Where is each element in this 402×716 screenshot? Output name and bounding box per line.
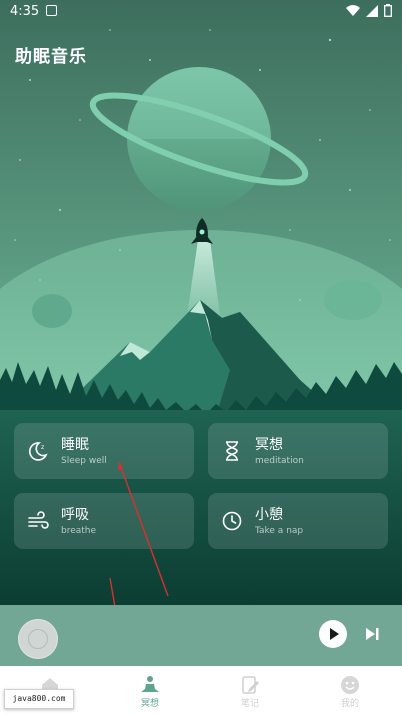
tab-notes[interactable]: 笔记	[200, 666, 300, 716]
tab-profile[interactable]: 我的	[300, 666, 400, 716]
play-button[interactable]	[319, 620, 347, 648]
watermark-label: java800.com	[4, 689, 74, 709]
meditation-person-icon	[141, 676, 159, 692]
tab-label: 我的	[340, 699, 359, 709]
disc-center	[28, 629, 48, 649]
face-icon	[341, 676, 359, 694]
tab-label: 笔记	[240, 699, 259, 709]
note-edit-icon	[242, 676, 259, 694]
play-icon	[330, 628, 339, 640]
skip-next-icon	[366, 628, 379, 640]
app-screen: 4:35 助眠音乐 z 睡眠 Sleep well 冥想 meditation …	[0, 0, 402, 716]
album-disc[interactable]	[18, 619, 58, 659]
tab-label: 冥想	[140, 699, 159, 709]
tab-meditation[interactable]: 冥想	[100, 666, 200, 716]
next-button[interactable]	[364, 626, 380, 642]
